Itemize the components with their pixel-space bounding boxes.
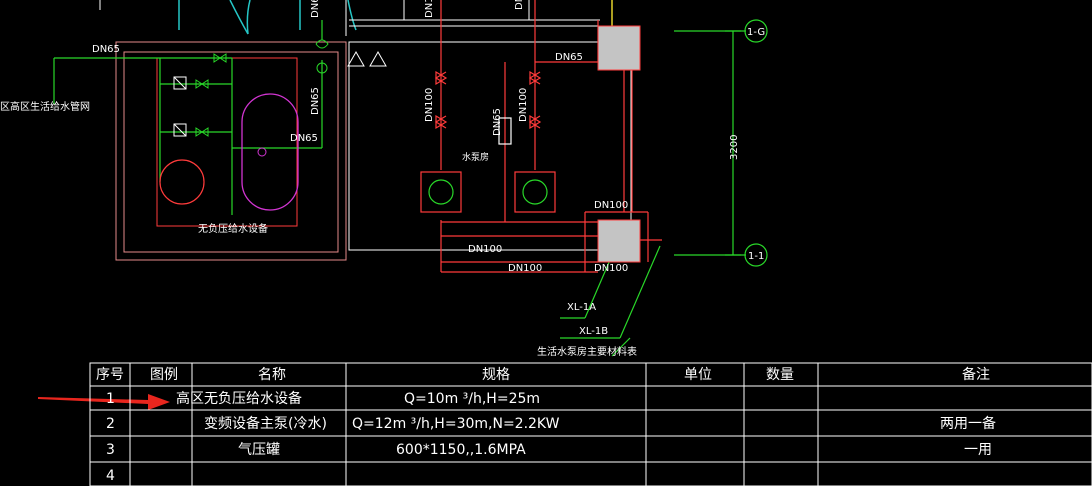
row2-remark: 两用一备: [940, 416, 996, 432]
label-dn65-top-right: DN65: [555, 52, 583, 63]
label-pump-room: 水泵房: [462, 151, 489, 163]
row2-spec: Q=12m ³/h,H=30m,N=2.2KW: [352, 416, 560, 432]
label-dn100-right: DN100: [518, 88, 529, 122]
row3-remark: 一用: [964, 442, 992, 458]
drawing-labels: DN65 DN65 DN65 无负压给水设备 水泵房 DN100 DN100 D…: [0, 0, 765, 358]
label-dn65-inlet: DN65: [92, 44, 120, 55]
row1-spec: Q=10m ³/h,H=25m: [404, 391, 541, 407]
row2-name: 变频设备主泵(冷水): [204, 416, 327, 432]
header-qty: 数量: [766, 367, 794, 383]
label-dn100-h3: DN100: [594, 263, 628, 274]
label-dn65-mid: DN65: [290, 133, 318, 144]
header-no: 序号: [96, 367, 124, 383]
warning-icons: [347, 50, 387, 67]
label-xl1b: XL-1B: [579, 326, 608, 337]
header-remark: 备注: [962, 367, 990, 383]
top-partial-strokes: [178, 0, 613, 35]
row1-no: 1: [106, 391, 115, 407]
label-axis-bottom: 1-1: [748, 251, 764, 262]
pump-1: [420, 171, 462, 213]
row4-no: 4: [106, 468, 115, 484]
label-dn100-h2: DN100: [508, 263, 542, 274]
header-unit: 单位: [684, 367, 712, 383]
green-piping: [53, 20, 746, 357]
material-table: 序号 图例 名称 规格 单位 数量 备注 1 高区无负压给水设备 Q=10m ³…: [90, 363, 1092, 486]
label-dn1-top: DN1: [424, 0, 435, 18]
label-dn100-h1: DN100: [468, 244, 502, 255]
column-block-top: [597, 25, 641, 71]
label-dn100-left: DN100: [424, 88, 435, 122]
label-dn-top-right: DN: [514, 0, 525, 10]
valve-symbols: [173, 39, 329, 137]
label-dn65-vertical: DN65: [310, 87, 321, 115]
label-axis-top: 1-G: [747, 27, 765, 38]
header-legend: 图例: [150, 367, 178, 383]
label-left-main: 区高区生活给水管网: [0, 100, 90, 113]
label-xl1a: XL-1A: [567, 302, 596, 313]
row2-no: 2: [106, 416, 115, 432]
column-block-bottom: [597, 219, 641, 263]
row3-name: 气压罐: [238, 442, 280, 458]
label-equipment-name: 无负压给水设备: [198, 222, 268, 235]
pump-2: [514, 171, 556, 213]
header-spec: 规格: [482, 367, 510, 383]
label-dim-3200: 3200: [729, 135, 740, 160]
label-dn65-small: DN65: [492, 108, 503, 136]
label-materials-title: 生活水泵房主要材料表: [537, 345, 637, 358]
row1-name: 高区无负压给水设备: [176, 391, 302, 407]
pressure-tank: [159, 93, 299, 211]
row3-spec: 600*1150,,1.6MPA: [396, 442, 526, 458]
label-dn65-coltop: DN65: [310, 0, 321, 18]
header-name: 名称: [258, 367, 286, 383]
label-dn100-h4: DN100: [594, 200, 628, 211]
axis-markers: [744, 19, 768, 267]
row3-no: 3: [106, 442, 115, 458]
